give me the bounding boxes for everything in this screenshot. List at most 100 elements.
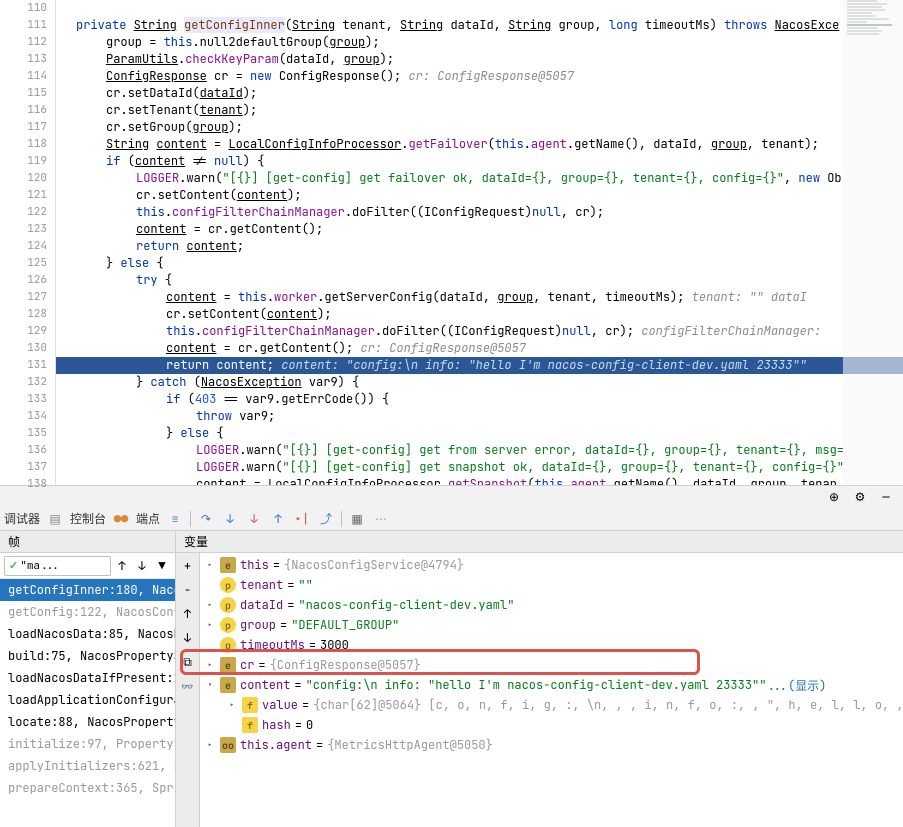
next-frame-icon[interactable]: ↓ <box>133 557 151 575</box>
variables-header: 变量 <box>176 531 903 553</box>
line-number: 126 <box>0 272 47 289</box>
variable-row[interactable]: ▸oothis.agent = {MetricsHttpAgent@5050} <box>200 735 903 755</box>
var-name: content <box>240 677 290 693</box>
debug-panel: 调试器 ▤ 控制台 ●● 端点 ≡ ↷ ↓ ↓ ↑ ▸| ⤴ ▦ ⋯ 帧 ✓"m… <box>0 507 903 827</box>
settings-icon[interactable]: ⚙ <box>851 488 869 506</box>
watch-down-icon[interactable]: ↓ <box>179 629 197 647</box>
var-value: "" <box>298 577 312 593</box>
add-watch-icon[interactable]: + <box>179 557 197 575</box>
stack-frame[interactable]: prepareContext:365, Spring <box>0 777 175 799</box>
var-value: 3000 <box>320 637 349 653</box>
step-out-icon[interactable]: ↑ <box>269 510 287 528</box>
var-name: hash <box>262 717 291 733</box>
line-number: 118 <box>0 136 47 153</box>
minimize-icon[interactable]: — <box>877 488 895 506</box>
variable-row[interactable]: ptenant = "" <box>200 575 903 595</box>
breakpoints-icon[interactable]: ●● <box>112 510 130 528</box>
run-to-cursor-icon[interactable]: ▸| <box>293 510 311 528</box>
variable-row[interactable]: ptimeoutMs = 3000 <box>200 635 903 655</box>
thread-selector[interactable]: ✓"ma... <box>4 556 111 576</box>
expand-arrow-icon[interactable]: ▸ <box>204 559 216 571</box>
stack-frame[interactable]: getConfig:122, NacosConfi <box>0 601 175 623</box>
var-type-icon: p <box>220 617 236 633</box>
stack-frame[interactable]: loadApplicationConfigurati <box>0 689 175 711</box>
step-into-icon[interactable]: ↓ <box>221 510 239 528</box>
frame-list[interactable]: getConfigInner:180, NacosCgetConfig:122,… <box>0 579 175 827</box>
variable-row[interactable]: ▸pgroup = "DEFAULT_GROUP" <box>200 615 903 635</box>
watch-up-icon[interactable]: ↑ <box>179 605 197 623</box>
show-link[interactable]: ...(显示) <box>766 677 826 694</box>
step-over-icon[interactable]: ↷ <box>197 510 215 528</box>
more-icon[interactable]: ⋯ <box>372 510 390 528</box>
var-name: dataId <box>240 597 283 613</box>
expand-arrow-icon[interactable]: ▸ <box>204 739 216 751</box>
var-name: timeoutMs <box>240 637 305 653</box>
copy-icon[interactable]: ⧉ <box>179 653 197 671</box>
line-number: 133 <box>0 391 47 408</box>
line-number: 125 <box>0 255 47 272</box>
line-number: 111 <box>0 17 47 34</box>
line-number: 119 <box>0 153 47 170</box>
code-editor[interactable]: 110 111 112 113 114 115 116 117 118 119 … <box>0 0 903 485</box>
breakpoints-tab[interactable]: 端点 <box>136 510 160 527</box>
variable-row[interactable]: fhash = 0 <box>200 715 903 735</box>
expand-arrow-icon[interactable]: ▸ <box>204 619 216 631</box>
line-number: 132 <box>0 374 47 391</box>
glasses-icon[interactable]: 👓 <box>179 677 197 695</box>
line-number: 124 <box>0 238 47 255</box>
var-name: this.agent <box>240 737 312 753</box>
variables-tree[interactable]: ▸ethis = {NacosConfigService@4794}ptenan… <box>200 553 903 827</box>
var-value: "DEFAULT_GROUP" <box>291 617 399 633</box>
stack-frame[interactable]: loadNacosDataIfPresent:17 <box>0 667 175 689</box>
target-icon[interactable]: ⊕ <box>825 488 843 506</box>
expand-arrow-icon[interactable]: ▸ <box>204 599 216 611</box>
var-name: this <box>240 557 269 573</box>
line-number: 134 <box>0 408 47 425</box>
var-type-icon: p <box>220 637 236 653</box>
var-type-icon: f <box>242 717 258 733</box>
variable-row[interactable]: ▾econtent = "config:\n info: "hello I'm … <box>200 675 903 695</box>
code-minimap[interactable] <box>843 0 903 485</box>
evaluate-icon[interactable]: ▦ <box>348 510 366 528</box>
var-type-icon: e <box>220 557 236 573</box>
var-value: {char[62]@5064} [c, o, n, f, i, g, :, \n… <box>313 697 903 713</box>
line-number: 114 <box>0 68 47 85</box>
prev-frame-icon[interactable]: ↑ <box>113 557 131 575</box>
line-number: 121 <box>0 187 47 204</box>
debugger-tab[interactable]: 调试器 <box>4 510 40 527</box>
stack-frame[interactable]: loadNacosData:85, NacosP <box>0 623 175 645</box>
line-number: 113 <box>0 51 47 68</box>
stack-frame[interactable]: getConfigInner:180, NacosC <box>0 579 175 601</box>
variable-row[interactable]: ▸pdataId = "nacos-config-client-dev.yaml… <box>200 595 903 615</box>
line-number: 122 <box>0 204 47 221</box>
expand-arrow-icon[interactable]: ▸ <box>226 699 238 711</box>
force-step-into-icon[interactable]: ↓ <box>245 510 263 528</box>
line-number: 123 <box>0 221 47 238</box>
var-type-icon: oo <box>220 737 236 753</box>
var-value: {ConfigResponse@5057} <box>270 657 421 673</box>
line-number: 131 <box>0 357 47 374</box>
stack-frame[interactable]: initialize:97, PropertySourc <box>0 733 175 755</box>
line-number: 112 <box>0 34 47 51</box>
frames-header: 帧 <box>0 531 175 553</box>
remove-watch-icon[interactable]: − <box>179 581 197 599</box>
var-type-icon: p <box>220 597 236 613</box>
filter-icon[interactable]: ▼ <box>153 557 171 575</box>
stack-frame[interactable]: applyInitializers:621, Spring <box>0 755 175 777</box>
variable-row[interactable]: ▸ecr = {ConfigResponse@5057} <box>200 655 903 675</box>
expand-arrow-icon[interactable]: ▾ <box>204 679 216 691</box>
code-column[interactable]: private String getConfigInner(String ten… <box>56 0 903 485</box>
line-number: 129 <box>0 323 47 340</box>
variable-row[interactable]: ▸ethis = {NacosConfigService@4794} <box>200 555 903 575</box>
stack-frame[interactable]: build:75, NacosPropertySo <box>0 645 175 667</box>
stack-frame[interactable]: locate:88, NacosPropertyS <box>0 711 175 733</box>
variable-row[interactable]: ▸fvalue = {char[62]@5064} [c, o, n, f, i… <box>200 695 903 715</box>
drop-frame-icon[interactable]: ⤴ <box>317 510 335 528</box>
threads-icon[interactable]: ≡ <box>166 510 184 528</box>
console-tab[interactable]: 控制台 <box>70 510 106 527</box>
var-name: tenant <box>240 577 283 593</box>
expand-arrow-icon[interactable]: ▸ <box>204 659 216 671</box>
current-execution-line: return content; content: "config:\n info… <box>56 357 903 374</box>
var-value: 0 <box>306 717 313 733</box>
console-icon[interactable]: ▤ <box>46 510 64 528</box>
